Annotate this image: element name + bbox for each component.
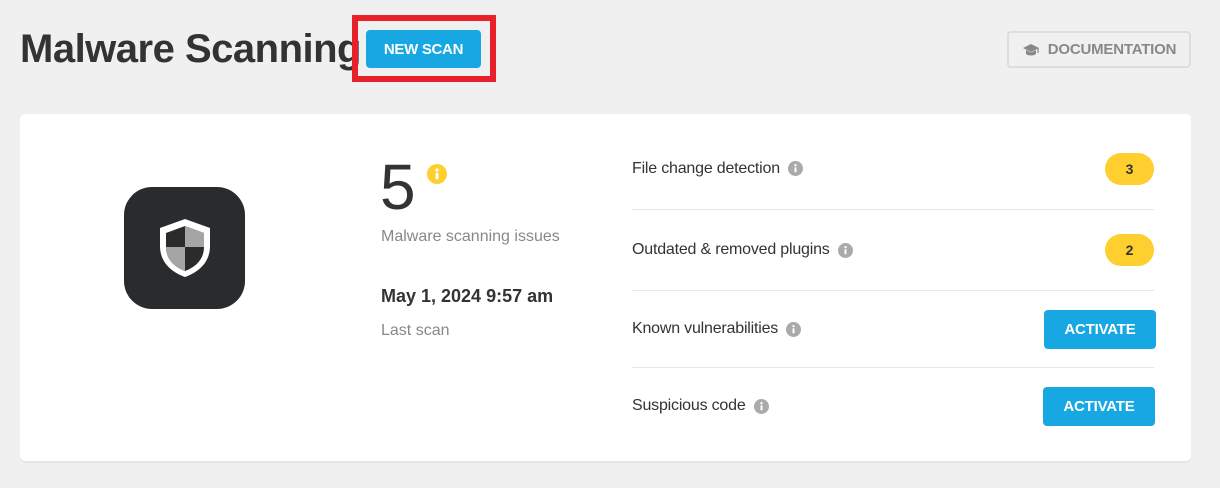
issue-count: 5 [380, 151, 416, 223]
documentation-button[interactable]: DOCUMENTATION [1007, 31, 1191, 68]
activate-suspicious-code-button[interactable]: ACTIVATE [1043, 386, 1155, 426]
issue-count-info-icon[interactable] [427, 164, 447, 184]
check-label: Suspicious code [632, 397, 746, 414]
last-scan-label: Last scan [381, 322, 450, 339]
check-row-suspicious-code: Suspicious code ACTIVATE [632, 368, 1155, 444]
info-icon[interactable] [786, 321, 802, 337]
new-scan-button[interactable]: NEW SCAN [366, 30, 481, 68]
check-row-file-change: File change detection 3 [632, 128, 1154, 210]
page-title: Malware Scanning [20, 27, 361, 71]
info-icon[interactable] [787, 161, 803, 176]
issue-count-badge: 3 [1105, 152, 1154, 185]
info-icon[interactable] [753, 398, 769, 414]
activate-vulnerabilities-button[interactable]: ACTIVATE [1044, 309, 1156, 349]
shield-icon [159, 219, 210, 277]
check-label: Outdated & removed plugins [632, 241, 830, 258]
info-icon[interactable] [837, 242, 853, 258]
graduation-cap-icon [1022, 43, 1039, 55]
check-row-outdated-plugins: Outdated & removed plugins 2 [632, 210, 1154, 291]
check-row-known-vulnerabilities: Known vulnerabilities ACTIVATE [632, 291, 1156, 368]
check-label: Known vulnerabilities [632, 320, 779, 337]
malware-summary-card: 5 Malware scanning issues May 1, 2024 9:… [20, 114, 1191, 461]
check-label: File change detection [632, 159, 780, 177]
issues-label: Malware scanning issues [381, 228, 560, 245]
last-scan-date: May 1, 2024 9:57 am [381, 286, 554, 306]
shield-tile [124, 187, 245, 309]
scan-checks-list: File change detection 3 Outdated & remov… [632, 128, 1156, 444]
issue-count-badge: 2 [1105, 234, 1154, 266]
documentation-label: DOCUMENTATION [1047, 41, 1177, 58]
